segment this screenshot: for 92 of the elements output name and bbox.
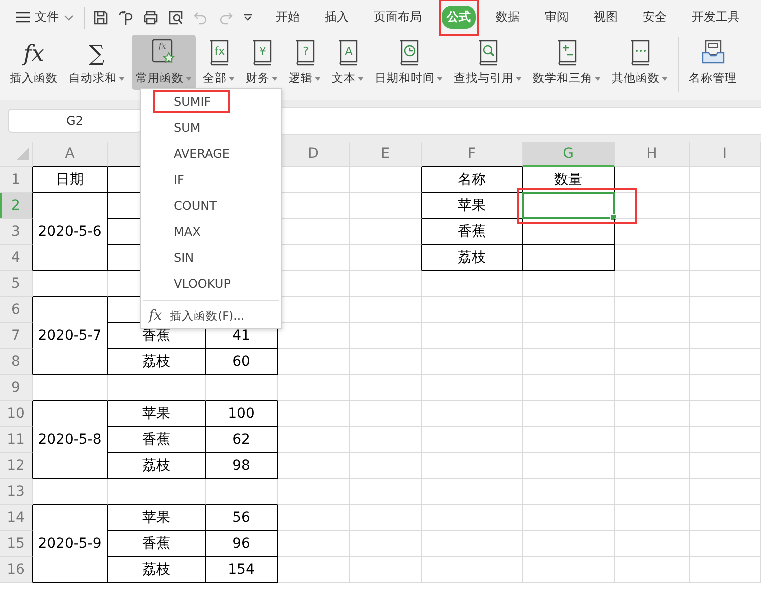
chevron-down-icon	[64, 14, 74, 20]
row-header[interactable]: 5	[0, 271, 33, 297]
row-header[interactable]: 12	[0, 453, 33, 479]
table-cell: 2020-5-9	[38, 536, 102, 552]
row-header[interactable]: 13	[0, 479, 33, 505]
ribbon-button[interactable]: ∑ 自动求和	[65, 35, 129, 90]
table-cell: 荔枝	[458, 250, 486, 266]
row-header[interactable]: 14	[0, 505, 33, 531]
row-header[interactable]: 9	[0, 375, 33, 401]
menu-item[interactable]: MAX	[141, 219, 281, 245]
menu-item[interactable]: SUM	[141, 115, 281, 141]
ribbon-button[interactable]: 数学和三角	[529, 35, 605, 90]
ribbon-button[interactable]: ¥ 财务	[242, 35, 282, 90]
ribbon-tab[interactable]: 开始	[271, 6, 305, 29]
ribbon-tab[interactable]: 数据	[491, 6, 525, 29]
row-header[interactable]: 11	[0, 427, 33, 453]
insert-function-item[interactable]: fx 插入函数(F)...	[141, 304, 281, 328]
table-cell: 98	[232, 458, 250, 474]
table-cell: 2020-5-8	[38, 432, 102, 448]
file-menu[interactable]: 文件	[16, 9, 74, 26]
ribbon-tab[interactable]: 开发工具	[687, 6, 745, 29]
ribbon-button[interactable]: A 文本	[328, 35, 368, 90]
row-header[interactable]: 6	[0, 297, 33, 323]
menu-icon	[16, 12, 30, 23]
table-cell: 56	[232, 510, 250, 526]
table-cell: 苹果	[458, 198, 486, 214]
function-icon: ∑	[82, 39, 112, 67]
ribbon-tab[interactable]: 插入	[320, 6, 354, 29]
menu-item[interactable]: AVERAGE	[141, 141, 281, 167]
print-preview-icon[interactable]	[168, 10, 184, 26]
menu-item[interactable]: IF	[141, 167, 281, 193]
row-header[interactable]: 4	[0, 245, 33, 271]
table-cell: 香蕉	[458, 224, 486, 240]
format-painter-icon[interactable]	[118, 10, 134, 26]
table-cell: 香蕉	[142, 536, 170, 552]
function-book-icon	[476, 39, 500, 67]
row-header[interactable]: 1	[0, 167, 33, 193]
ribbon-tab[interactable]: 审阅	[540, 6, 574, 29]
table-cell: 香蕉	[142, 328, 170, 344]
column-header[interactable]: H	[615, 142, 690, 167]
function-book-icon	[555, 39, 579, 67]
menu-item[interactable]: VLOOKUP	[141, 271, 281, 297]
ribbon-button[interactable]: 其他函数	[608, 35, 672, 90]
ribbon-button[interactable]: fx 全部	[199, 35, 239, 90]
row-header[interactable]: 8	[0, 349, 33, 375]
table-cell: 荔枝	[142, 562, 170, 578]
ribbon-tab[interactable]: 视图	[589, 6, 623, 29]
column-header[interactable]: E	[350, 142, 422, 167]
value-cell[interactable]	[523, 219, 615, 245]
ribbon-button[interactable]: 名称管理	[685, 35, 741, 90]
column-header[interactable]: I	[690, 142, 761, 167]
menu-item[interactable]: SUMIF	[141, 89, 281, 115]
table-cell: 2020-5-6	[38, 224, 102, 240]
row-header[interactable]: 3	[0, 219, 33, 245]
column-header[interactable]: F	[422, 142, 523, 167]
table-cell: 60	[232, 354, 250, 370]
ribbon-button[interactable]: 查找与引用	[450, 35, 526, 90]
table-cell: 荔枝	[142, 458, 170, 474]
customize-dropdown-icon[interactable]	[243, 14, 253, 22]
name-box[interactable]: G2	[8, 109, 142, 133]
table-cell: 154	[228, 562, 255, 578]
table-cell: 荔枝	[142, 354, 170, 370]
menu-item[interactable]: SIN	[141, 245, 281, 271]
table-cell: 苹果	[142, 406, 170, 422]
table-cell: 100	[228, 406, 255, 422]
table-cell: 香蕉	[142, 432, 170, 448]
table-cell: 2020-5-7	[38, 328, 102, 344]
table-cell: 苹果	[142, 510, 170, 526]
function-icon: fx	[19, 39, 49, 67]
ribbon-button[interactable]: fx 插入函数	[6, 35, 62, 90]
table-cell: 62	[232, 432, 250, 448]
function-book-icon	[397, 39, 421, 67]
ribbon-button[interactable]: fx 常用函数	[132, 35, 196, 90]
ribbon-tab[interactable]: 页面布局	[369, 6, 427, 29]
print-icon[interactable]	[143, 10, 159, 26]
row-header[interactable]: 7	[0, 323, 33, 349]
ribbon-button[interactable]: 日期和时间	[371, 35, 447, 90]
ribbon-button[interactable]: ? 逻辑	[285, 35, 325, 90]
table-cell: 96	[232, 536, 250, 552]
row-header[interactable]: 15	[0, 531, 33, 557]
table-cell: 日期	[56, 172, 84, 188]
table-cell: 41	[232, 328, 250, 344]
table-cell: 名称	[458, 172, 486, 188]
ribbon-tab[interactable]: 安全	[638, 6, 672, 29]
table-cell: 数量	[554, 172, 582, 188]
menu-item[interactable]: COUNT	[141, 193, 281, 219]
column-header[interactable]: A	[33, 142, 108, 167]
value-cell[interactable]	[523, 245, 615, 271]
row-header[interactable]: 16	[0, 557, 33, 583]
function-book-icon	[628, 39, 652, 67]
row-header[interactable]: 10	[0, 401, 33, 427]
save-icon[interactable]	[93, 10, 109, 26]
